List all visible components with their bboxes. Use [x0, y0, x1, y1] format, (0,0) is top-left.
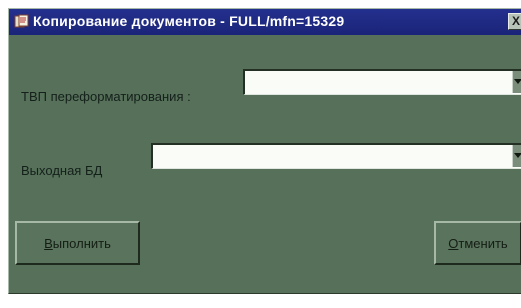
title-bar[interactable]: Копирование документов - FULL/mfn=15329 …	[9, 9, 521, 35]
chevron-down-icon	[514, 79, 521, 84]
copy-documents-dialog: Копирование документов - FULL/mfn=15329 …	[8, 8, 521, 294]
cancel-label: тменить	[458, 235, 508, 251]
close-button[interactable]: X	[508, 13, 521, 30]
reformat-label: ТВП переформатирования :	[21, 89, 191, 104]
reformat-dropdown-button[interactable]	[512, 71, 521, 93]
close-icon: X	[512, 14, 521, 28]
output-db-combobox[interactable]	[151, 143, 521, 169]
execute-mnemonic: В	[44, 235, 53, 251]
window-title: Копирование документов - FULL/mfn=15329	[33, 13, 345, 29]
chevron-down-icon	[514, 153, 521, 158]
execute-label: ыполнить	[52, 235, 111, 251]
cancel-mnemonic: О	[448, 235, 459, 251]
output-db-label: Выходная БД	[21, 163, 103, 178]
cancel-button[interactable]: Отменить	[434, 221, 521, 265]
reformat-combobox[interactable]	[243, 69, 521, 95]
output-db-dropdown-button[interactable]	[512, 145, 521, 167]
document-copy-icon	[14, 14, 29, 28]
execute-button[interactable]: Выполнить	[15, 221, 140, 265]
